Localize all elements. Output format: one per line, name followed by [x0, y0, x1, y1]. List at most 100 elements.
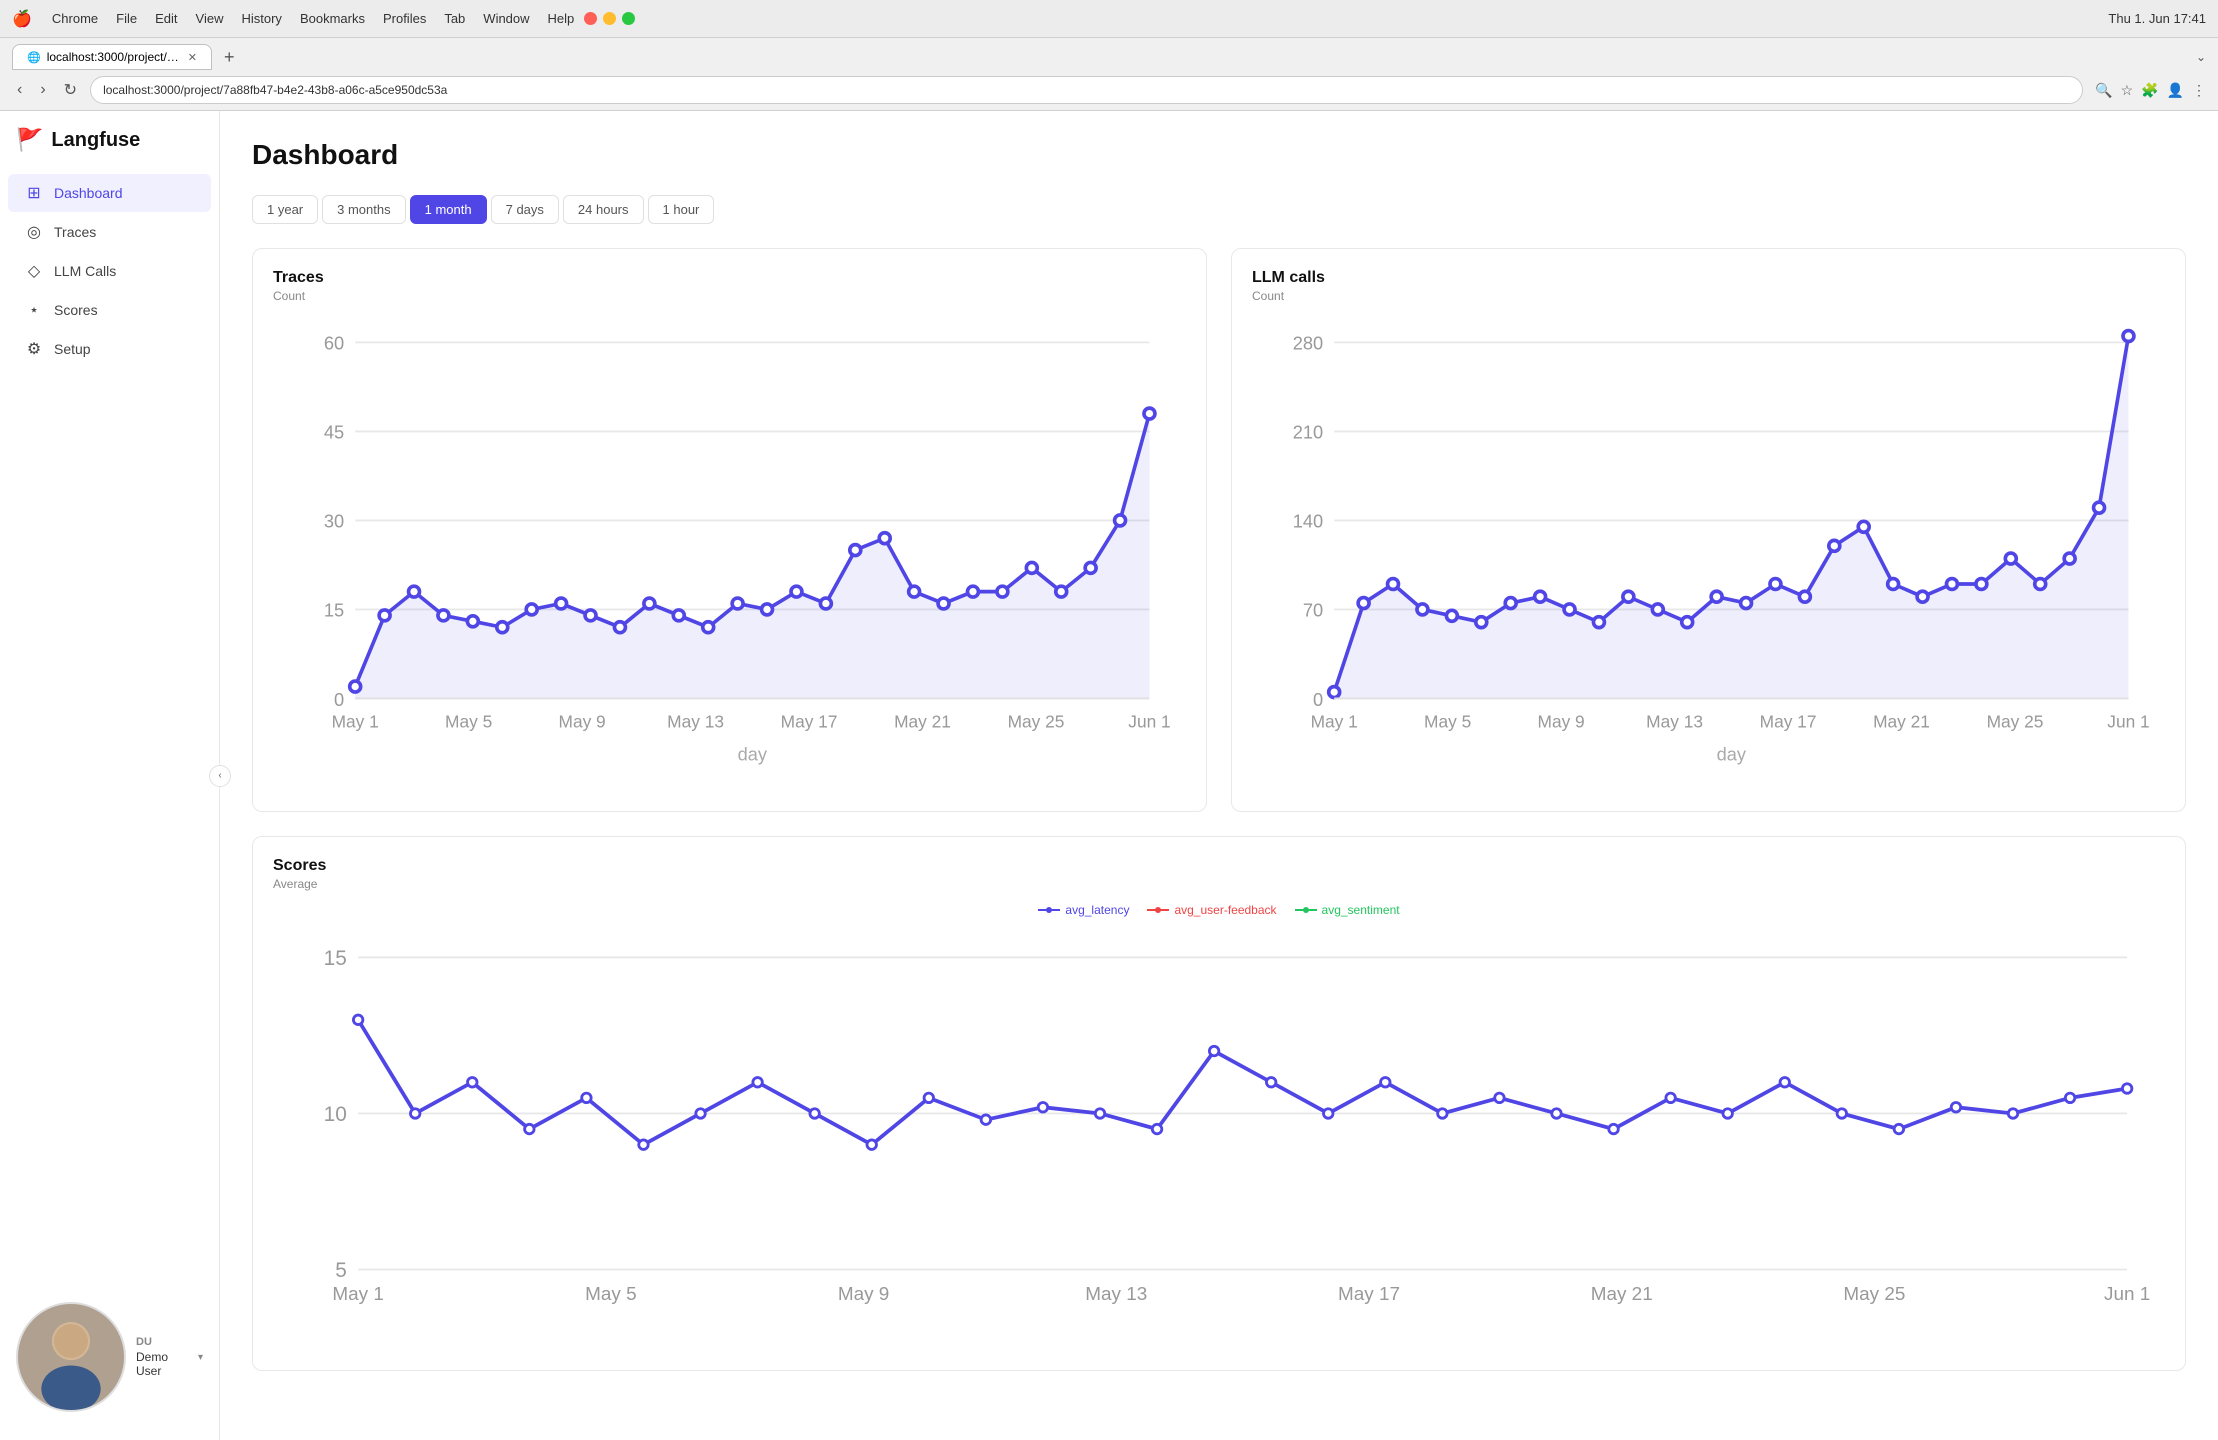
llm-chart-title: LLM calls	[1252, 269, 2165, 287]
svg-text:May 9: May 9	[838, 1284, 890, 1305]
svg-text:May 1: May 1	[332, 1284, 384, 1305]
tab-bar-expand[interactable]: ⌄	[2196, 50, 2206, 64]
legend-label-avg_user_feedback: avg_user-feedback	[1174, 903, 1276, 917]
time-filter-3months[interactable]: 3 months	[322, 195, 405, 224]
svg-text:10: 10	[324, 1103, 347, 1126]
svg-text:5: 5	[335, 1259, 347, 1282]
logo: 🚩 Langfuse	[0, 127, 219, 173]
scores-nav-label: Scores	[54, 302, 98, 318]
menu-chrome[interactable]: Chrome	[52, 11, 98, 26]
svg-text:May 1: May 1	[332, 712, 379, 732]
time-filter-bar: 1 year3 months1 month7 days24 hours1 hou…	[252, 195, 2186, 224]
legend-line-avg_sentiment	[1295, 905, 1317, 915]
svg-text:Jun 1: Jun 1	[2104, 1284, 2150, 1305]
main-content: Dashboard 1 year3 months1 month7 days24 …	[220, 111, 2218, 1440]
legend-label-avg_sentiment: avg_sentiment	[1322, 903, 1400, 917]
charts-row: Traces Count 015304560May 1May 5May 9May…	[252, 248, 2186, 812]
user-initials: DU	[136, 1336, 188, 1348]
profile-icon[interactable]: 👤	[2167, 82, 2184, 99]
menu-profiles[interactable]: Profiles	[383, 11, 426, 26]
time-filter-24hours[interactable]: 24 hours	[563, 195, 644, 224]
scores-chart-card: Scores Average avg_latency avg_user-feed…	[252, 836, 2186, 1371]
svg-text:210: 210	[1293, 422, 1323, 443]
extension-icon[interactable]: 🧩	[2141, 82, 2158, 99]
close-button[interactable]	[584, 12, 597, 25]
traces-nav-icon: ◎	[24, 222, 44, 242]
sidebar: 🚩 Langfuse ⊞Dashboard◎Traces◇LLM Calls⋆S…	[0, 111, 220, 1440]
scores-chart-title: Scores	[273, 857, 2165, 875]
titlebar-right: Thu 1. Jun 17:41	[2108, 11, 2206, 26]
svg-text:30: 30	[324, 511, 344, 532]
legend-label-avg_latency: avg_latency	[1065, 903, 1129, 917]
svg-text:May 21: May 21	[1591, 1284, 1653, 1305]
menu-dots-icon[interactable]: ⋮	[2192, 82, 2206, 99]
svg-text:May 21: May 21	[1873, 712, 1930, 732]
titlebar-datetime: Thu 1. Jun 17:41	[2108, 11, 2206, 26]
llm-chart-svg-wrap: 070140210280May 1May 5May 9May 13May 17M…	[1252, 315, 2165, 795]
svg-text:May 17: May 17	[1338, 1284, 1400, 1305]
sidebar-item-scores[interactable]: ⋆Scores	[8, 291, 211, 329]
tab-favicon: 🌐	[27, 51, 41, 64]
dashboard-nav-icon: ⊞	[24, 183, 44, 203]
sidebar-item-traces[interactable]: ◎Traces	[8, 213, 211, 251]
time-filter-1year[interactable]: 1 year	[252, 195, 318, 224]
legend-line-avg_user_feedback	[1147, 905, 1169, 915]
time-filter-7days[interactable]: 7 days	[491, 195, 559, 224]
user-menu-chevron-icon[interactable]: ▾	[198, 1352, 203, 1363]
legend-item-avg_latency: avg_latency	[1038, 903, 1129, 917]
svg-text:60: 60	[324, 333, 344, 354]
svg-text:May 25: May 25	[1843, 1284, 1905, 1305]
sidebar-item-setup[interactable]: ⚙Setup	[8, 330, 211, 368]
llmcalls-nav-icon: ◇	[24, 261, 44, 281]
svg-text:Jun 1: Jun 1	[2107, 712, 2149, 732]
menu-window[interactable]: Window	[483, 11, 529, 26]
browser-icons: 🔍 ☆ 🧩 👤 ⋮	[2095, 82, 2206, 99]
sidebar-item-llmcalls[interactable]: ◇LLM Calls	[8, 252, 211, 290]
svg-text:Jun 1: Jun 1	[1128, 712, 1170, 732]
svg-text:May 25: May 25	[1008, 712, 1065, 732]
titlebar-left: 🍎 Chrome File Edit View History Bookmark…	[12, 9, 574, 29]
sidebar-item-dashboard[interactable]: ⊞Dashboard	[8, 174, 211, 212]
nav-menu: ⊞Dashboard◎Traces◇LLM Calls⋆Scores⚙Setup	[0, 173, 219, 369]
scores-chart-svg-wrap: 51015May 1May 5May 9May 13May 17May 21Ma…	[273, 929, 2165, 1350]
menu-edit[interactable]: Edit	[155, 11, 177, 26]
time-filter-1hour[interactable]: 1 hour	[648, 195, 715, 224]
bookmark-icon[interactable]: ☆	[2121, 82, 2134, 99]
logo-icon: 🚩	[16, 127, 43, 153]
apple-icon: 🍎	[12, 9, 32, 29]
traces-chart-card: Traces Count 015304560May 1May 5May 9May…	[252, 248, 1207, 812]
minimize-button[interactable]	[603, 12, 616, 25]
tab-label: localhost:3000/project/7a88fb...	[47, 50, 182, 64]
legend-item-avg_user_feedback: avg_user-feedback	[1147, 903, 1276, 917]
forward-button[interactable]: ›	[35, 79, 50, 101]
search-icon[interactable]: 🔍	[2095, 82, 2112, 99]
menu-file[interactable]: File	[116, 11, 137, 26]
menu-tab[interactable]: Tab	[444, 11, 465, 26]
menu-view[interactable]: View	[196, 11, 224, 26]
new-tab-button[interactable]: +	[218, 47, 241, 68]
reload-button[interactable]: ↻	[59, 78, 82, 102]
app-layout: 🚩 Langfuse ⊞Dashboard◎Traces◇LLM Calls⋆S…	[0, 111, 2218, 1440]
menu-bookmarks[interactable]: Bookmarks	[300, 11, 365, 26]
address-input[interactable]	[90, 76, 2083, 104]
sidebar-bottom: DU Demo User ▾	[0, 1290, 219, 1424]
svg-text:45: 45	[324, 422, 344, 443]
menu-help[interactable]: Help	[548, 11, 575, 26]
back-button[interactable]: ‹	[12, 79, 27, 101]
maximize-button[interactable]	[622, 12, 635, 25]
legend-item-avg_sentiment: avg_sentiment	[1295, 903, 1400, 917]
menu-history[interactable]: History	[241, 11, 281, 26]
browser-tab[interactable]: 🌐 localhost:3000/project/7a88fb... ✕	[12, 44, 212, 70]
svg-text:May 13: May 13	[667, 712, 724, 732]
address-bar: ‹ › ↻ 🔍 ☆ 🧩 👤 ⋮	[12, 76, 2206, 104]
svg-text:May 5: May 5	[585, 1284, 637, 1305]
svg-text:15: 15	[324, 600, 344, 621]
tab-close-icon[interactable]: ✕	[188, 51, 197, 64]
time-filter-1month[interactable]: 1 month	[410, 195, 487, 224]
traces-chart-svg-wrap: 015304560May 1May 5May 9May 13May 17May …	[273, 315, 1186, 795]
svg-text:0: 0	[1313, 689, 1323, 710]
sidebar-toggle-button[interactable]: ‹	[209, 765, 231, 787]
svg-text:280: 280	[1293, 333, 1323, 354]
svg-text:May 5: May 5	[445, 712, 492, 732]
svg-text:140: 140	[1293, 511, 1323, 532]
